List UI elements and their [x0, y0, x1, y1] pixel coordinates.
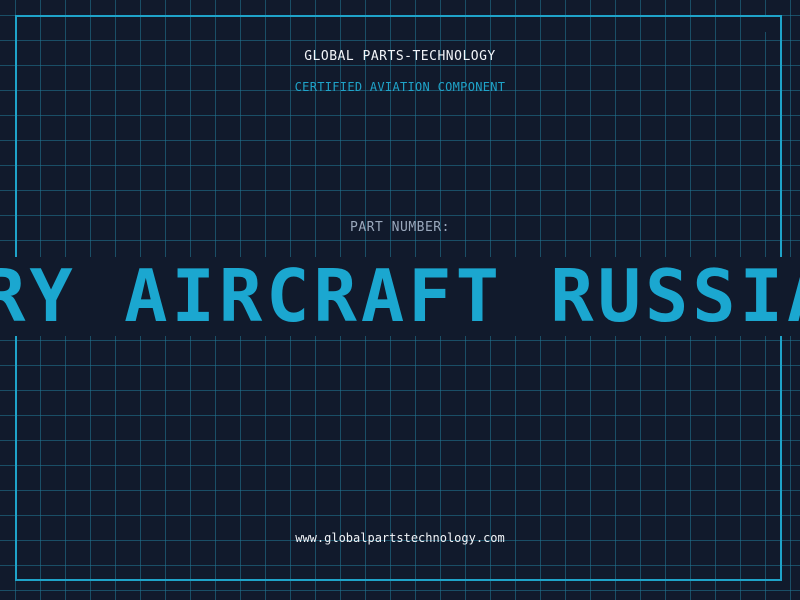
part-number-value: MILITARY AIRCRAFT RUSSIAN: [0, 257, 800, 336]
website-url: www.globalpartstechnology.com: [295, 531, 505, 545]
part-number-band: MILITARY AIRCRAFT RUSSIAN: [0, 257, 800, 336]
part-number-label: PART NUMBER:: [350, 220, 450, 235]
frame-corner-gap: [763, 17, 780, 32]
certification-subtitle: CERTIFIED AVIATION COMPONENT: [294, 80, 506, 94]
brand-title: GLOBAL PARTS-TECHNOLOGY: [304, 49, 496, 64]
